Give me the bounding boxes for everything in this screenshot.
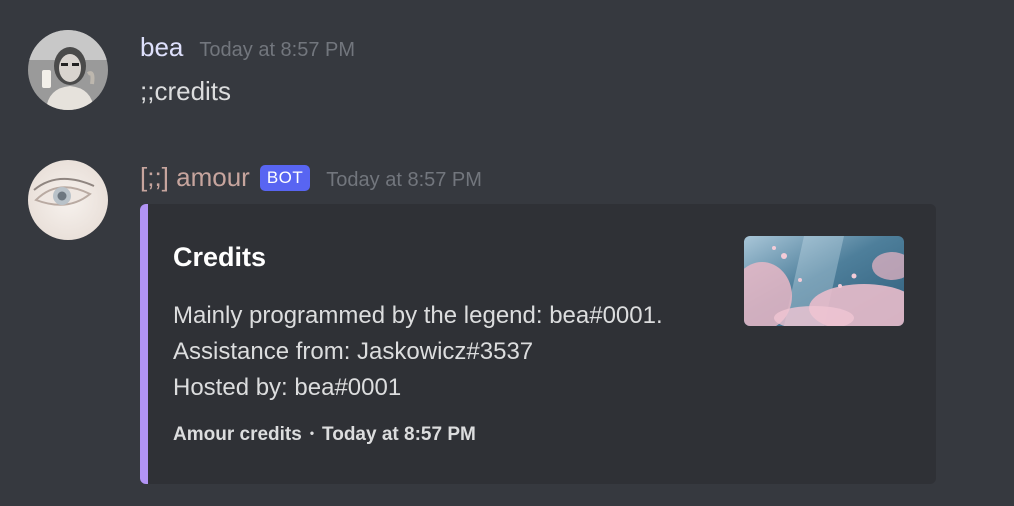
username[interactable]: bea <box>140 32 183 63</box>
embed-footer: Amour credits • Today at 8:57 PM <box>173 424 476 446</box>
embed-description-line: Hosted by: bea#0001 <box>173 374 402 401</box>
embed-description: Mainly programmed by the legend: bea#000… <box>173 298 663 406</box>
message-header: bea Today at 8:57 PM <box>140 32 355 63</box>
username[interactable]: [;;] amour <box>140 162 250 193</box>
timestamp[interactable]: Today at 8:57 PM <box>199 39 355 62</box>
bot-tag: BOT <box>259 165 311 191</box>
user-avatar-photo-icon <box>28 30 108 110</box>
timestamp[interactable]: Today at 8:57 PM <box>326 169 482 192</box>
message-content: ;;credits <box>140 76 232 106</box>
embed: Credits Mainly programmed by the legend:… <box>140 204 936 484</box>
chat-area: bea Today at 8:57 PM ;;credits [;;] amou… <box>0 0 1014 506</box>
cherry-blossom-thumbnail-icon <box>744 236 904 326</box>
embed-footer-timestamp: Today at 8:57 PM <box>322 424 476 445</box>
embed-description-line: Mainly programmed by the legend: bea#000… <box>173 302 663 329</box>
embed-description-line: Assistance from: Jaskowicz#3537 <box>173 338 534 365</box>
embed-footer-separator: • <box>309 426 315 440</box>
embed-thumbnail[interactable] <box>744 236 904 326</box>
bot-avatar-eye-icon <box>28 160 108 240</box>
bot-avatar[interactable] <box>28 160 108 240</box>
embed-footer-text: Amour credits <box>173 424 302 445</box>
embed-accent-bar <box>140 204 148 484</box>
embed-title: Credits <box>173 242 267 272</box>
message-header: [;;] amour BOT Today at 8:57 PM <box>140 162 482 194</box>
user-avatar[interactable] <box>28 30 108 110</box>
